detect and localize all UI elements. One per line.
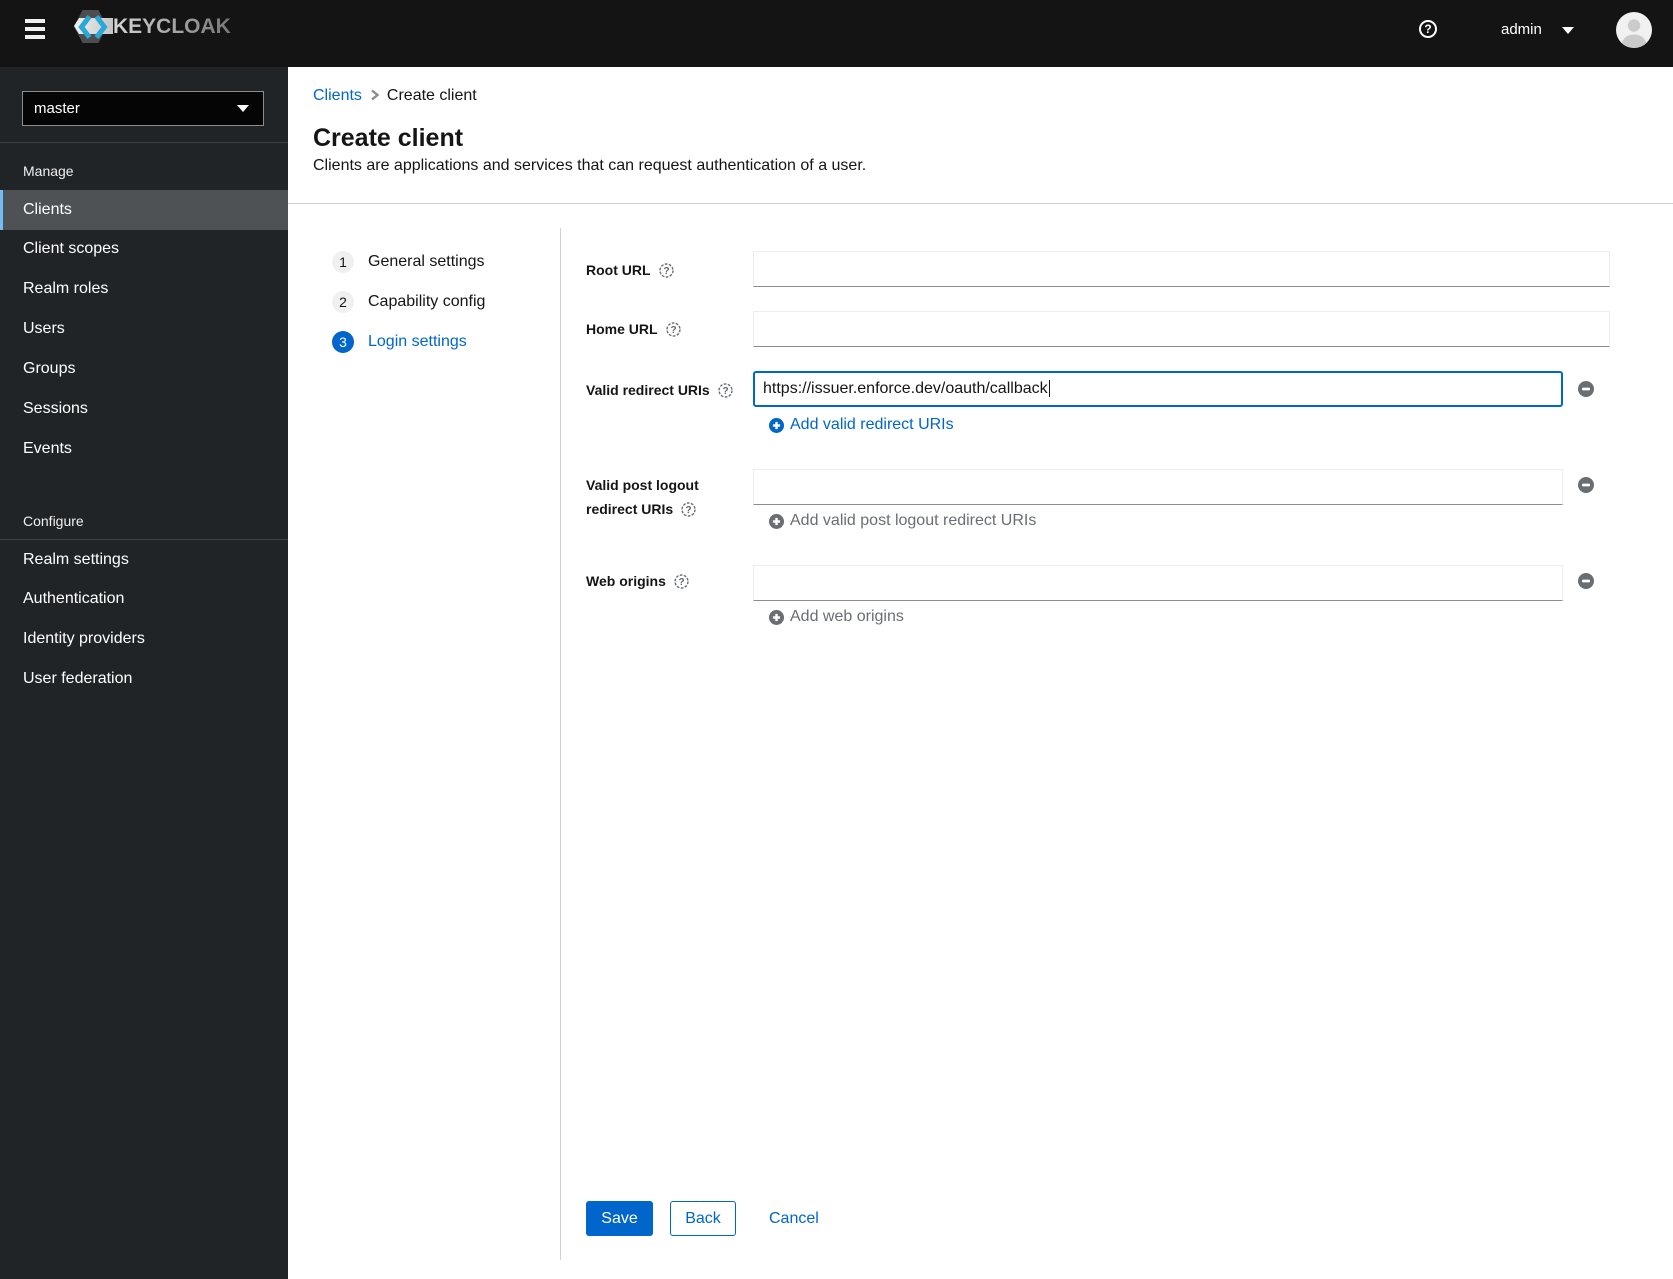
svg-text:?: ? <box>678 576 684 587</box>
svg-text:?: ? <box>663 265 669 276</box>
svg-text:?: ? <box>722 385 728 396</box>
svg-text:?: ? <box>686 504 692 515</box>
svg-text:?: ? <box>670 324 676 335</box>
